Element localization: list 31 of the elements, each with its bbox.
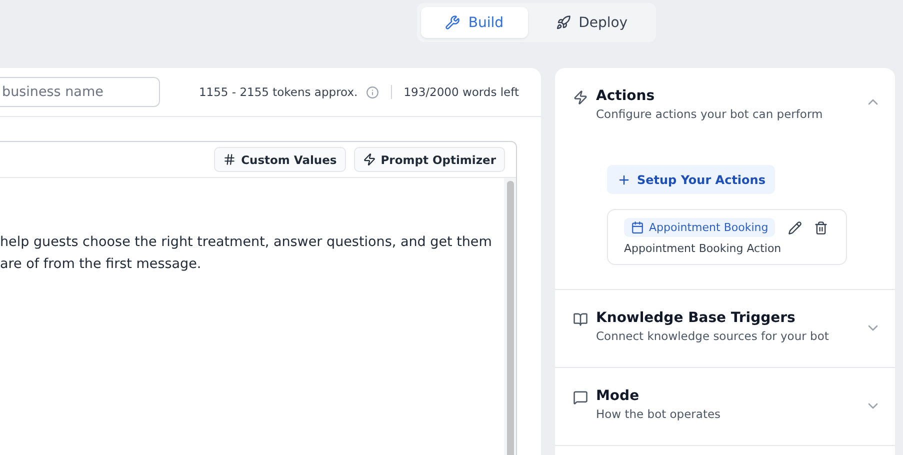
edit-button[interactable] bbox=[786, 218, 804, 236]
tab[interactable]: Deploy bbox=[532, 7, 652, 38]
section-subtitle: Connect knowledge sources for your bot bbox=[596, 329, 830, 343]
book-icon bbox=[573, 312, 588, 327]
toolbar-button[interactable]: Prompt Optimizer bbox=[354, 147, 505, 172]
calendar-icon bbox=[631, 221, 644, 234]
section-subtitle: How the bot operates bbox=[596, 407, 722, 421]
plus-icon bbox=[617, 172, 631, 186]
section-title: Actions bbox=[596, 88, 656, 104]
section-title: Mode bbox=[596, 388, 640, 404]
name-field[interactable]: business name bbox=[0, 77, 160, 107]
prompt-text: are of from the first message. bbox=[0, 255, 202, 274]
action-tag: Appointment Booking bbox=[624, 218, 776, 237]
toolbar-button[interactable]: Custom Values bbox=[214, 147, 346, 172]
action-description: Appointment Booking Action bbox=[624, 242, 782, 255]
rocket-icon bbox=[556, 15, 571, 30]
words-left: 193/2000 words left bbox=[404, 85, 519, 99]
section-subtitle: Configure actions your bot can perform bbox=[596, 107, 824, 121]
setup-actions-button[interactable]: Setup Your Actions bbox=[607, 165, 776, 194]
scrollbar[interactable] bbox=[504, 178, 516, 455]
prompt-text: help guests choose the right treatment, answer questions, and get them bbox=[0, 233, 493, 252]
token-estimate: 1155 - 2155 tokens approx. bbox=[198, 85, 358, 99]
chat-icon bbox=[573, 390, 588, 405]
prompt-editor[interactable]: Custom Values Prompt Optimizer help guests choose the right treatment, answer questions, and get them are of from the first message. bbox=[0, 141, 517, 455]
hash-icon bbox=[223, 153, 236, 166]
info-icon[interactable] bbox=[366, 86, 379, 98]
zap-icon bbox=[573, 90, 588, 105]
wrench-icon bbox=[445, 15, 460, 30]
tab[interactable]: Build bbox=[421, 7, 528, 38]
zap-icon bbox=[362, 153, 376, 166]
section-title: Knowledge Base Triggers bbox=[596, 310, 796, 326]
